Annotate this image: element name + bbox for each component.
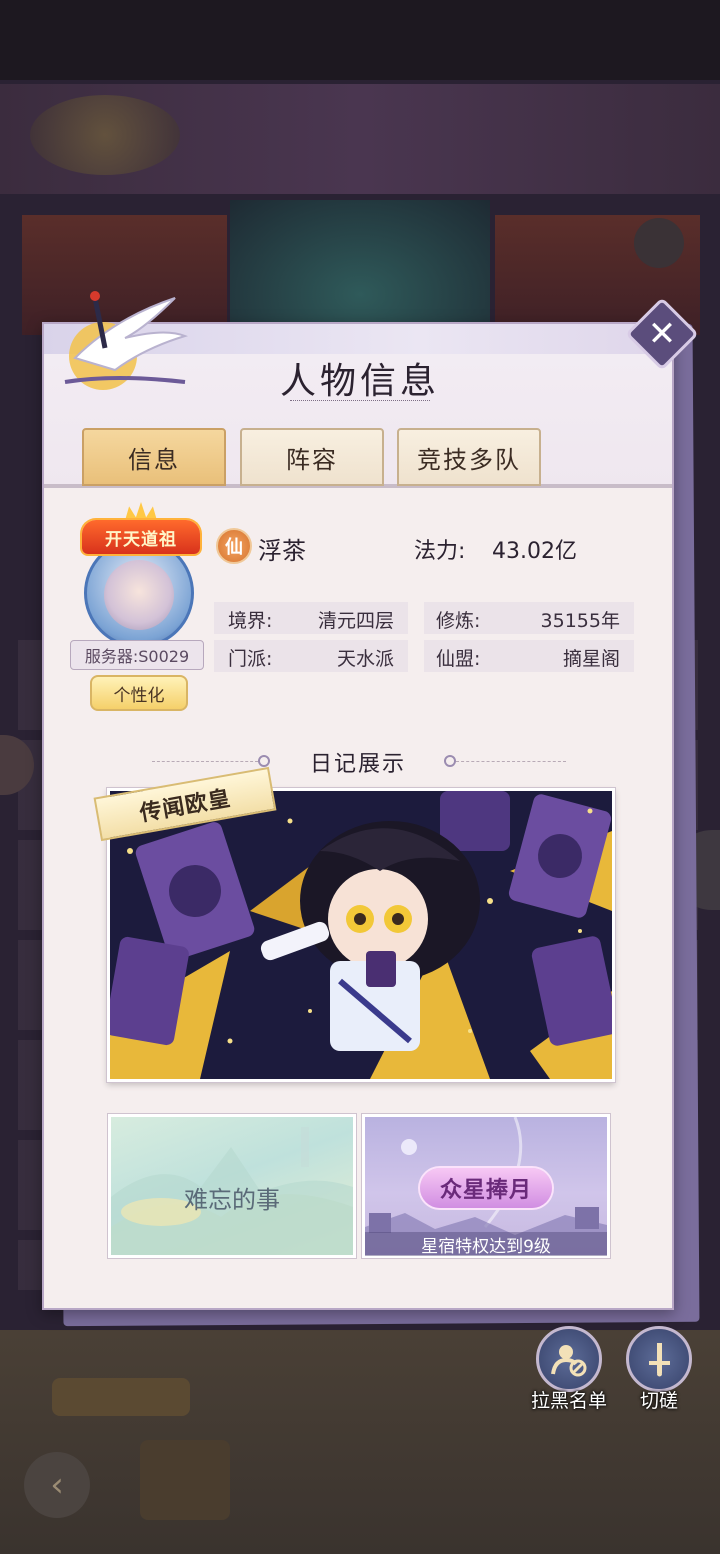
faction-badge-icon: 仙 xyxy=(216,528,252,564)
block-user-icon xyxy=(551,1345,587,1377)
background-top-bar xyxy=(0,0,720,80)
stat-value-cultivation: 35155年 xyxy=(540,610,620,632)
power-value: 43.02亿 xyxy=(492,539,577,564)
dialog-title-underline xyxy=(290,400,430,405)
sword-icon xyxy=(649,1343,670,1377)
stat-label-alliance: 仙盟: xyxy=(436,648,481,670)
diary-section-title: 日记展示 xyxy=(309,752,406,777)
background-emblem-icon xyxy=(30,95,180,175)
customize-button[interactable]: 个性化 xyxy=(90,675,188,711)
player-name: 浮茶 xyxy=(258,537,306,565)
stat-value-alliance: 摘星阁 xyxy=(562,648,620,670)
blacklist-label[interactable]: 拉黑名单 xyxy=(524,1386,614,1413)
back-arrow-icon: ‹ xyxy=(24,1452,90,1518)
tab-info[interactable]: 信息 xyxy=(82,428,226,486)
crane-decoration-icon xyxy=(64,291,189,390)
power-label: 法力: xyxy=(414,539,466,564)
stat-label-sect: 门派: xyxy=(228,648,273,670)
diary-card-star-badge: 众星捧月 xyxy=(420,1168,552,1208)
featured-diary-illustration xyxy=(110,791,612,1079)
avatar-title-badge: 开天道祖 xyxy=(82,520,200,554)
tab-arena-teams[interactable]: 竞技多队 xyxy=(397,428,541,486)
diary-card-star-caption: 星宿特权达到9级 xyxy=(365,1232,607,1257)
background-round-icon xyxy=(634,218,684,268)
diary-divider-dot-left xyxy=(258,755,270,767)
background-shop-icon xyxy=(140,1440,230,1520)
stat-label-cultivation: 修炼: xyxy=(436,610,481,632)
blacklist-button[interactable] xyxy=(536,1326,602,1392)
spar-button[interactable] xyxy=(626,1326,692,1392)
spar-label[interactable]: 切磋 xyxy=(620,1386,698,1413)
close-icon[interactable]: ✕ xyxy=(636,308,688,360)
avatar-portrait xyxy=(104,560,174,630)
diary-divider-dot-right xyxy=(444,755,456,767)
stat-value-sect: 天水派 xyxy=(336,648,394,670)
background-pill xyxy=(52,1378,190,1416)
dialog-title: 人物信息 xyxy=(279,361,440,402)
stat-value-realm: 清元四层 xyxy=(317,610,394,632)
stat-label-realm: 境界: xyxy=(228,610,273,632)
tab-lineup[interactable]: 阵容 xyxy=(240,428,384,486)
background-bottom-bar xyxy=(0,1330,720,1554)
diary-card-memorable-title: 难忘的事 xyxy=(184,1186,280,1214)
background-card-center xyxy=(230,200,490,335)
diary-divider-right xyxy=(456,761,566,763)
featured-diary-card[interactable] xyxy=(107,788,615,1082)
diary-divider-left xyxy=(152,761,258,763)
server-label: 服务器:S0029 xyxy=(70,640,204,670)
